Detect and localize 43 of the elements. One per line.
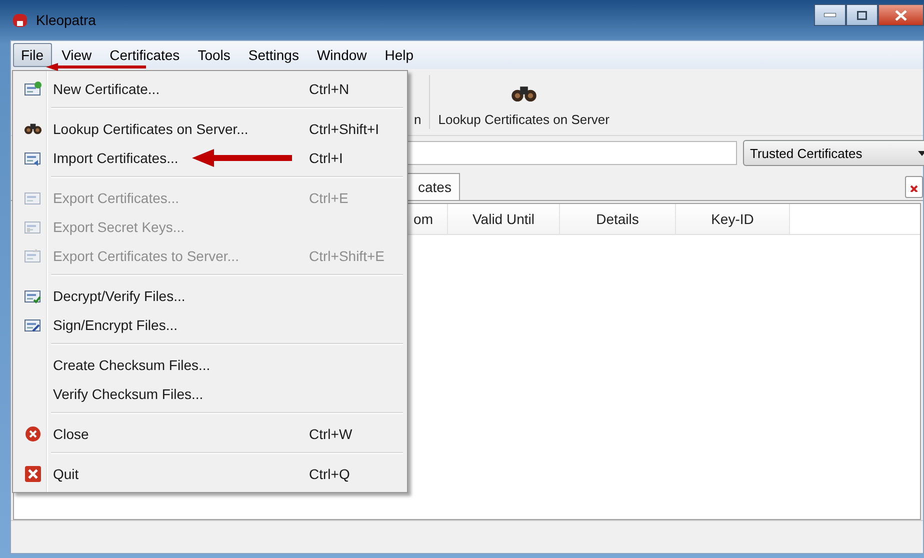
certificate-upload-icon xyxy=(24,248,42,264)
column-header[interactable]: Key-ID xyxy=(676,204,790,234)
menu-item[interactable]: Close Ctrl+W xyxy=(15,419,405,448)
close-button[interactable] xyxy=(878,4,924,26)
document-pen-icon xyxy=(24,316,42,332)
column-header[interactable]: Details xyxy=(560,204,676,234)
menu-item[interactable]: Sign/Encrypt Files... xyxy=(15,310,405,339)
certificate-key-icon xyxy=(24,218,42,234)
menu-title[interactable]: Window xyxy=(308,46,375,64)
menu-title[interactable]: Certificates xyxy=(102,46,188,64)
filter-dropdown[interactable]: Trusted Certificates xyxy=(743,140,924,166)
close-icon xyxy=(895,10,907,20)
quit-icon xyxy=(25,466,41,482)
menu-title[interactable]: Tools xyxy=(190,46,238,64)
caret-icon xyxy=(918,150,924,156)
menu-item[interactable]: Import Certificates... Ctrl+I xyxy=(15,143,405,172)
binoculars-icon xyxy=(24,122,42,135)
menu-item[interactable]: Decrypt/Verify Files... xyxy=(15,281,405,310)
menu-title[interactable]: File xyxy=(13,43,52,67)
menu-item[interactable]: Lookup Certificates on Server... Ctrl+Shift+I xyxy=(15,114,405,143)
maximize-button[interactable] xyxy=(846,4,878,26)
minimize-icon xyxy=(824,13,836,17)
menu-title[interactable]: Settings xyxy=(240,46,307,64)
menu-item[interactable]: Verify Checksum Files... xyxy=(15,379,405,408)
menu-item[interactable]: New Certificate... Ctrl+N xyxy=(15,74,405,103)
certificate-icon xyxy=(24,190,42,206)
close-icon xyxy=(25,426,41,442)
toolbar-button[interactable]: Lookup Certificates on Server xyxy=(430,69,618,135)
close-tab-button[interactable] xyxy=(905,176,923,198)
menu-item[interactable]: Create Checksum Files... xyxy=(15,350,405,379)
menu-title[interactable]: View xyxy=(54,46,100,64)
maximize-icon xyxy=(857,10,867,20)
menu-title[interactable]: Help xyxy=(376,46,422,64)
menu-item[interactable]: Quit Ctrl+Q xyxy=(15,459,405,488)
column-header[interactable]: Valid Until xyxy=(448,204,560,234)
toolbar-button[interactable]: n xyxy=(406,69,430,135)
app-icon xyxy=(12,12,28,28)
search-field[interactable] xyxy=(406,141,737,165)
document-check-icon xyxy=(24,288,42,304)
window-title: Kleopatra xyxy=(36,12,97,28)
new-certificate-icon xyxy=(24,80,42,96)
binoculars-icon xyxy=(510,84,537,102)
minimize-button[interactable] xyxy=(814,4,846,26)
